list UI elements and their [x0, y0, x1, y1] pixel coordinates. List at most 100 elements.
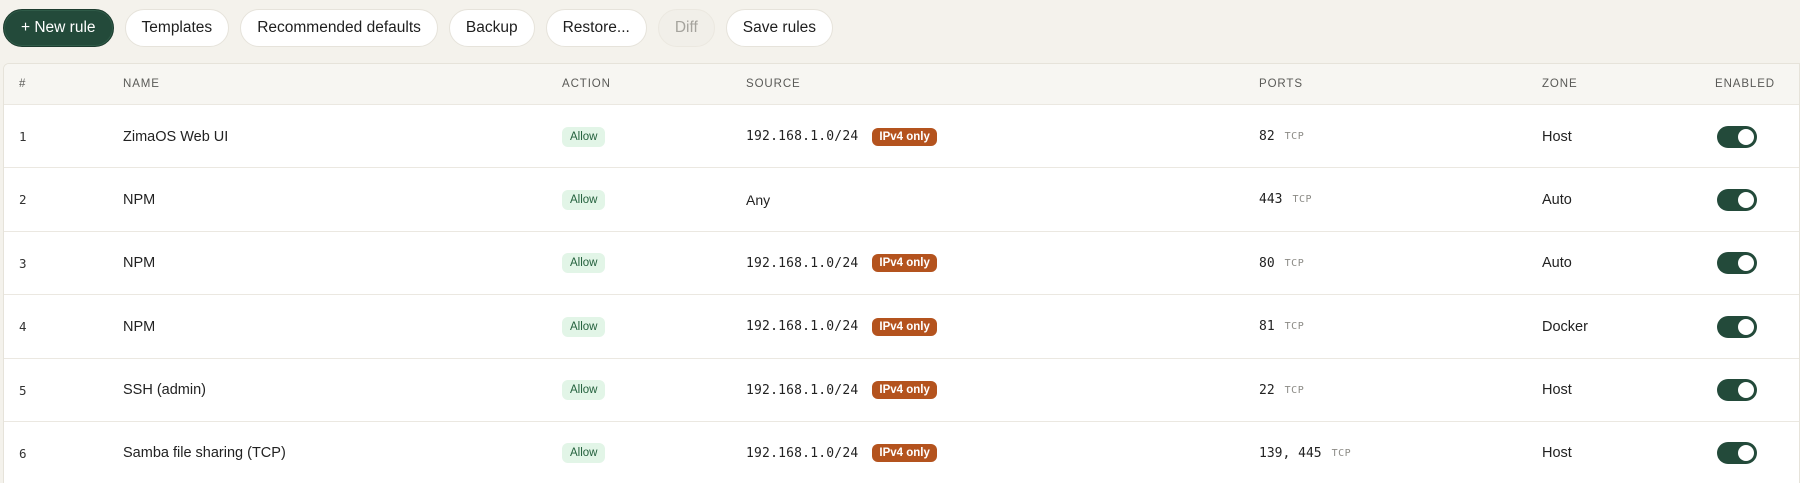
enabled-toggle[interactable] — [1717, 379, 1757, 402]
rule-name[interactable]: SSH (admin) — [123, 359, 206, 422]
enabled-cell — [1717, 232, 1757, 295]
source-cell: 192.168.1.0/24 IPv4 only — [746, 422, 937, 483]
source-value: 192.168.1.0/24 — [746, 255, 859, 271]
ports-value: 81 — [1259, 319, 1275, 335]
rule-number: 5 — [19, 382, 27, 398]
protocol-label: TCP — [1284, 257, 1305, 269]
zone-value: Host — [1542, 382, 1572, 399]
action-cell: Allow — [562, 232, 606, 295]
table-row[interactable]: 3 NPM Allow 192.168.1.0/24 IPv4 only 80 TCP Aut… — [4, 232, 1799, 296]
table-body: 1 ZimaOS Web UI Allow 192.168.1.0/24 IPv4 on… — [4, 105, 1799, 483]
ipv4-only-badge: IPv4 only — [872, 317, 937, 336]
action-badge: Allow — [562, 189, 606, 210]
ports-value: 82 — [1259, 129, 1275, 144]
toggle-knob — [1738, 191, 1754, 208]
action-badge: Allow — [562, 126, 606, 147]
enabled-cell — [1717, 422, 1757, 483]
table-row[interactable]: 4 NPM Allow 192.168.1.0/24 IPv4 only 81 TCP Doc… — [4, 295, 1799, 359]
ports-value: 443 — [1259, 192, 1283, 208]
action-badge: Allow — [562, 316, 606, 337]
zone-value: Docker — [1542, 318, 1588, 335]
table-header: # NAME ACTION SOURCE PORTS ZONE ENABLED — [4, 64, 1799, 105]
ipv4-only-badge: IPv4 only — [872, 444, 937, 463]
header-source[interactable]: SOURCE — [746, 64, 801, 105]
source-value: 192.168.1.0/24 — [746, 319, 859, 335]
action-cell: Allow — [562, 295, 606, 358]
action-badge: Allow — [562, 380, 606, 401]
toggle-knob — [1738, 318, 1754, 335]
toggle-knob — [1738, 255, 1754, 272]
source-value: 192.168.1.0/24 — [746, 129, 859, 144]
new-rule-button[interactable]: + New rule — [3, 9, 114, 47]
ports-cell: 22 TCP — [1259, 359, 1304, 422]
source-value: 192.168.1.0/24 — [746, 382, 859, 398]
table-row[interactable]: 5 SSH (admin) Allow 192.168.1.0/24 IPv4 only… — [4, 359, 1799, 422]
ports-cell: 80 TCP — [1259, 232, 1304, 295]
enabled-toggle[interactable] — [1717, 125, 1757, 148]
save-rules-button[interactable]: Save rules — [725, 9, 834, 47]
toggle-knob — [1738, 445, 1754, 462]
header-name[interactable]: NAME — [123, 64, 160, 105]
rule-name[interactable]: NPM — [123, 232, 155, 295]
enabled-toggle[interactable] — [1717, 188, 1757, 211]
protocol-label: TCP — [1292, 194, 1313, 206]
enabled-toggle[interactable] — [1717, 252, 1757, 275]
table-row[interactable]: 2 NPM Allow Any 443 TCP Auto — [4, 168, 1799, 232]
enabled-cell — [1717, 168, 1757, 231]
backup-button[interactable]: Backup — [448, 9, 535, 47]
rule-name[interactable]: NPM — [123, 295, 155, 358]
rule-name[interactable]: NPM — [123, 168, 155, 231]
header-ports[interactable]: PORTS — [1259, 64, 1303, 105]
rule-number: 6 — [19, 445, 27, 461]
rule-number: 4 — [19, 319, 27, 335]
rules-table: # NAME ACTION SOURCE PORTS ZONE ENABLED … — [3, 63, 1800, 483]
toggle-knob — [1738, 382, 1754, 399]
rule-number: 2 — [19, 192, 27, 208]
zone-value: Host — [1542, 445, 1572, 462]
rule-number: 1 — [19, 129, 27, 144]
source-cell: Any — [746, 168, 770, 231]
header-action[interactable]: ACTION — [562, 64, 611, 105]
zone-value: Host — [1542, 128, 1572, 145]
ipv4-only-badge: IPv4 only — [872, 127, 937, 146]
header-num: # — [19, 78, 27, 90]
header-zone[interactable]: ZONE — [1542, 64, 1578, 105]
zone-value: Auto — [1542, 255, 1572, 272]
header-enabled[interactable]: ENABLED — [1715, 64, 1775, 105]
ports-value: 139, 445 — [1259, 445, 1322, 461]
ipv4-only-badge: IPv4 only — [872, 381, 937, 400]
table-row[interactable]: 1 ZimaOS Web UI Allow 192.168.1.0/24 IPv4 on… — [4, 105, 1799, 169]
protocol-label: TCP — [1284, 131, 1305, 142]
action-cell: Allow — [562, 422, 606, 483]
enabled-toggle[interactable] — [1717, 442, 1757, 465]
source-cell: 192.168.1.0/24 IPv4 only — [746, 295, 937, 358]
enabled-toggle[interactable] — [1717, 315, 1757, 338]
rule-name[interactable]: Samba file sharing (TCP) — [123, 422, 286, 483]
ports-cell: 139, 445 TCP — [1259, 422, 1351, 483]
toolbar: + New rule Templates Recommended default… — [3, 8, 834, 48]
action-cell: Allow — [562, 168, 606, 231]
source-value: Any — [746, 191, 771, 208]
ports-value: 22 — [1259, 382, 1275, 398]
toggle-knob — [1738, 128, 1754, 145]
action-badge: Allow — [562, 253, 606, 274]
enabled-cell — [1717, 295, 1757, 358]
restore-button[interactable]: Restore... — [545, 9, 647, 47]
recommended-defaults-button[interactable]: Recommended defaults — [240, 9, 438, 47]
action-cell: Allow — [562, 359, 606, 422]
ports-value: 80 — [1259, 255, 1275, 271]
rule-number: 3 — [19, 255, 27, 271]
rule-name[interactable]: ZimaOS Web UI — [123, 105, 228, 168]
source-cell: 192.168.1.0/24 IPv4 only — [746, 232, 937, 295]
ipv4-only-badge: IPv4 only — [872, 254, 937, 273]
ports-cell: 82 TCP — [1259, 105, 1304, 168]
protocol-label: TCP — [1331, 447, 1352, 459]
diff-button: Diff — [657, 9, 715, 47]
ports-cell: 443 TCP — [1259, 168, 1312, 231]
zone-value: Auto — [1542, 191, 1572, 208]
templates-button[interactable]: Templates — [124, 9, 230, 47]
enabled-cell — [1717, 105, 1757, 168]
action-badge: Allow — [562, 443, 606, 464]
table-row[interactable]: 6 Samba file sharing (TCP) Allow 192.168.1.… — [4, 422, 1799, 483]
source-value: 192.168.1.0/24 — [746, 445, 859, 461]
